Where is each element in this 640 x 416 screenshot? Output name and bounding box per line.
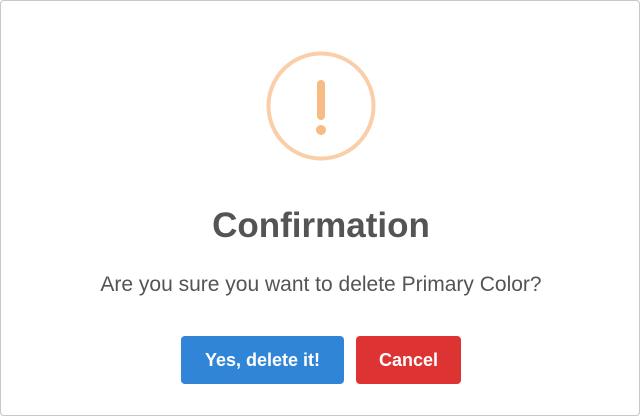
- cancel-button[interactable]: Cancel: [356, 336, 461, 384]
- dialog-message: Are you sure you want to delete Primary …: [100, 273, 542, 296]
- confirm-delete-button[interactable]: Yes, delete it!: [181, 336, 344, 384]
- confirmation-dialog: Confirmation Are you sure you want to de…: [0, 0, 640, 416]
- exclamation-icon: [266, 51, 376, 161]
- dialog-title: Confirmation: [212, 206, 430, 245]
